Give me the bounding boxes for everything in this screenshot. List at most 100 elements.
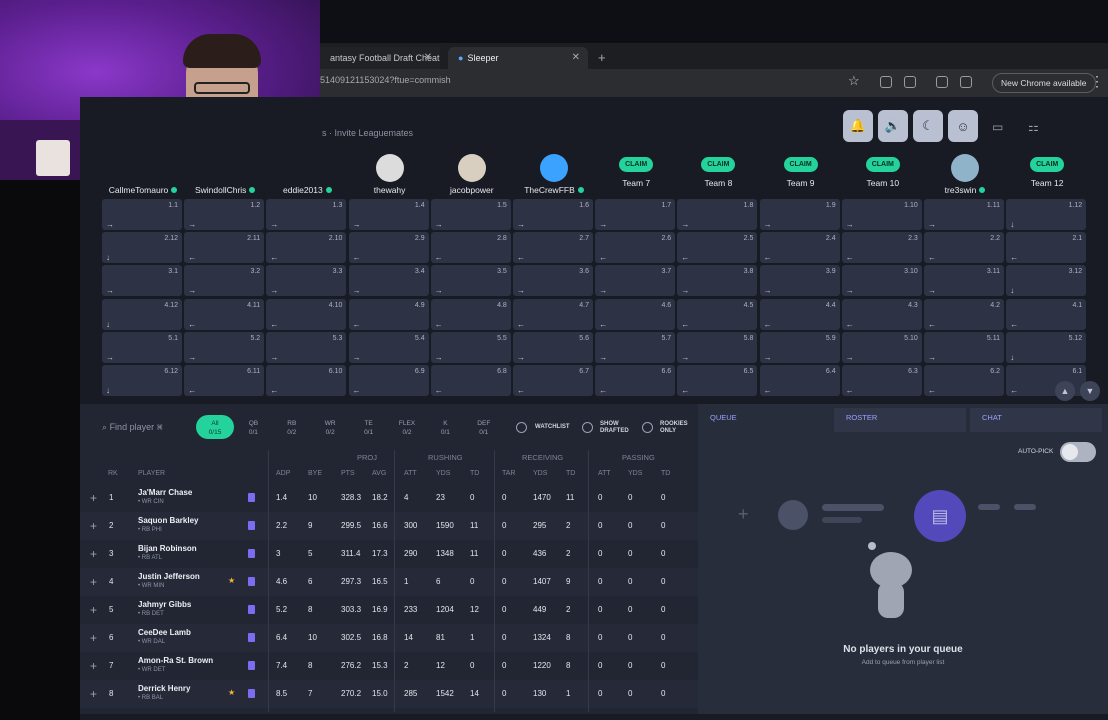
team-3[interactable]: eddie2013 bbox=[266, 152, 348, 198]
star-icon[interactable]: ★ bbox=[228, 688, 235, 697]
draft-pick-cell[interactable]: 2.8 ← bbox=[430, 232, 511, 264]
volume-icon[interactable]: 🔊 bbox=[878, 110, 908, 142]
draft-pick-cell[interactable]: 5.2 → bbox=[184, 331, 265, 363]
draft-pick-cell[interactable]: 4.11 ← bbox=[184, 298, 265, 330]
player-name[interactable]: Jahmyr Gibbs bbox=[138, 600, 191, 609]
position-filter-flex[interactable]: FLEX 0/2 bbox=[388, 415, 426, 439]
browser-tab-active[interactable]: ● Sleeper ✕ bbox=[448, 47, 588, 69]
draft-pick-cell[interactable]: 2.12 ↓ bbox=[102, 232, 182, 264]
draft-pick-cell[interactable]: 4.5 ← bbox=[677, 298, 758, 330]
draft-pick-cell[interactable]: 3.5 → bbox=[430, 265, 511, 297]
layout-icon[interactable]: ⚏ bbox=[1028, 120, 1039, 134]
team-2[interactable]: SwindollChris bbox=[184, 152, 266, 198]
add-to-queue-icon[interactable]: + bbox=[90, 491, 97, 505]
tab-roster[interactable]: ROSTER bbox=[834, 408, 966, 432]
url-text[interactable]: 51409121153024?ftue=commish bbox=[320, 75, 451, 85]
draft-pick-cell[interactable]: 4.2 ← bbox=[924, 298, 1004, 330]
player-name[interactable]: Bijan Robinson bbox=[138, 544, 197, 553]
player-row[interactable]: +7 Amon-Ra St. Brown • WR DET 7.4 8 276.2 15.3… bbox=[80, 652, 698, 680]
draft-pick-cell[interactable]: 6.2 ← bbox=[924, 365, 1004, 396]
draft-pick-cell[interactable]: 4.3 ← bbox=[841, 298, 922, 330]
column-header[interactable]: ATT bbox=[598, 470, 611, 477]
search-input[interactable]: ⌕ Find player ⌘ bbox=[102, 422, 163, 433]
column-header[interactable]: YDS bbox=[628, 470, 642, 477]
add-to-queue-icon[interactable]: + bbox=[90, 603, 97, 617]
screenshot-icon[interactable] bbox=[960, 76, 972, 88]
draft-pick-cell[interactable]: 4.7 ← bbox=[513, 298, 593, 330]
team-8[interactable]: CLAIM Team 8 bbox=[677, 152, 759, 198]
position-filter-def[interactable]: DEF 0/1 bbox=[465, 415, 503, 439]
monitor-icon[interactable]: ▭ bbox=[992, 120, 1003, 134]
draft-pick-cell[interactable]: 5.7 → bbox=[595, 331, 676, 363]
show-drafted-checkbox[interactable] bbox=[582, 422, 593, 433]
draft-pick-cell[interactable]: 3.6 → bbox=[513, 265, 593, 297]
notes-icon[interactable] bbox=[248, 689, 255, 698]
column-header[interactable]: TD bbox=[470, 470, 479, 477]
column-header[interactable]: BYE bbox=[308, 470, 322, 477]
draft-pick-cell[interactable]: 3.4 → bbox=[348, 265, 429, 297]
autopick-toggle[interactable] bbox=[1060, 442, 1096, 462]
player-row[interactable]: +5 Jahmyr Gibbs • RB DET 5.2 8 303.3 16.9 233 12… bbox=[80, 596, 698, 624]
notes-icon[interactable] bbox=[248, 493, 255, 502]
column-header[interactable]: ADP bbox=[276, 470, 290, 477]
draft-pick-cell[interactable]: 6.6 ← bbox=[595, 365, 676, 396]
draft-pick-cell[interactable]: 5.6 → bbox=[513, 331, 593, 363]
draft-pick-cell[interactable]: 5.5 → bbox=[430, 331, 511, 363]
team-9[interactable]: CLAIM Team 9 bbox=[760, 152, 842, 198]
draft-pick-cell[interactable]: 5.8 → bbox=[677, 331, 758, 363]
team-6[interactable]: TheCrewFFB bbox=[513, 152, 595, 198]
draft-pick-cell[interactable]: 4.4 ← bbox=[759, 298, 840, 330]
draft-pick-cell[interactable]: 1.10 → bbox=[841, 199, 922, 230]
draft-pick-cell[interactable]: 6.5 ← bbox=[677, 365, 758, 396]
draft-pick-cell[interactable]: 5.9 → bbox=[759, 331, 840, 363]
draft-pick-cell[interactable]: 2.10 ← bbox=[266, 232, 347, 264]
draft-pick-cell[interactable]: 6.4 ← bbox=[759, 365, 840, 396]
player-row[interactable]: +1 Ja'Marr Chase • WR CIN 1.4 10 328.3 18.2 4 23… bbox=[80, 484, 698, 512]
draft-pick-cell[interactable]: 5.1 → bbox=[102, 331, 182, 363]
draft-pick-cell[interactable]: 1.5 → bbox=[430, 199, 511, 230]
player-row[interactable]: +4 Justin Jefferson • WR MIN ★ 4.6 6 297.3 16.5… bbox=[80, 568, 698, 596]
team-4[interactable]: thewahy bbox=[349, 152, 431, 198]
draft-pick-cell[interactable]: 6.10 ← bbox=[266, 365, 347, 396]
player-name[interactable]: Justin Jefferson bbox=[138, 572, 200, 581]
draft-pick-cell[interactable]: 2.11 ← bbox=[184, 232, 265, 264]
notes-icon[interactable] bbox=[248, 577, 255, 586]
draft-pick-cell[interactable]: 1.6 → bbox=[513, 199, 593, 230]
column-header[interactable]: RK bbox=[108, 470, 118, 477]
add-to-queue-icon[interactable]: + bbox=[90, 575, 97, 589]
draft-pick-cell[interactable]: 3.12 ↓ bbox=[1006, 265, 1087, 297]
draft-pick-cell[interactable]: 1.7 → bbox=[595, 199, 676, 230]
draft-pick-cell[interactable]: 2.5 ← bbox=[677, 232, 758, 264]
bookmark-star-icon[interactable]: ☆ bbox=[848, 73, 860, 89]
draft-pick-cell[interactable]: 4.1 ← bbox=[1006, 298, 1087, 330]
position-filter-wr[interactable]: WR 0/2 bbox=[311, 415, 349, 439]
close-icon[interactable]: ✕ bbox=[572, 47, 580, 69]
draft-pick-cell[interactable]: 3.8 → bbox=[677, 265, 758, 297]
player-name[interactable]: Amon-Ra St. Brown bbox=[138, 656, 213, 665]
player-row[interactable]: +8 Derrick Henry • RB BAL ★ 8.5 7 270.2 15.0 285… bbox=[80, 680, 698, 708]
draft-pick-cell[interactable]: 5.3 → bbox=[266, 331, 347, 363]
notes-icon[interactable] bbox=[248, 661, 255, 670]
chrome-update-button[interactable]: New Chrome available bbox=[992, 73, 1096, 93]
draft-pick-cell[interactable]: 3.2 → bbox=[184, 265, 265, 297]
draft-pick-cell[interactable]: 4.10 ← bbox=[266, 298, 347, 330]
draft-pick-cell[interactable]: 1.3 → bbox=[266, 199, 347, 230]
team-11[interactable]: tre3swin bbox=[924, 152, 1006, 198]
draft-pick-cell[interactable]: 4.8 ← bbox=[430, 298, 511, 330]
column-header[interactable]: YDS bbox=[436, 470, 450, 477]
draft-pick-cell[interactable]: 6.9 ← bbox=[348, 365, 429, 396]
draft-pick-cell[interactable]: 6.11 ← bbox=[184, 365, 265, 396]
player-name[interactable]: CeeDee Lamb bbox=[138, 628, 191, 637]
menu-kebab-icon[interactable]: ⋮ bbox=[1090, 73, 1104, 90]
browser-tab[interactable]: antasy Football Draft Cheat ✕ bbox=[320, 47, 440, 69]
draft-pick-cell[interactable]: 2.4 ← bbox=[759, 232, 840, 264]
draft-pick-cell[interactable]: 4.9 ← bbox=[348, 298, 429, 330]
player-row[interactable]: +6 CeeDee Lamb • WR DAL 6.4 10 302.5 16.8 14 81 1… bbox=[80, 624, 698, 652]
add-to-queue-icon[interactable]: + bbox=[90, 631, 97, 645]
draft-pick-cell[interactable]: 1.12 ↓ bbox=[1006, 199, 1087, 230]
player-row[interactable]: +2 Saquon Barkley • RB PHI 2.2 9 299.5 16.6 300… bbox=[80, 512, 698, 540]
scroll-down-icon[interactable]: ▼ bbox=[1080, 381, 1100, 401]
column-header[interactable]: TD bbox=[661, 470, 670, 477]
draft-pick-cell[interactable]: 3.7 → bbox=[595, 265, 676, 297]
team-7[interactable]: CLAIM Team 7 bbox=[595, 152, 677, 198]
